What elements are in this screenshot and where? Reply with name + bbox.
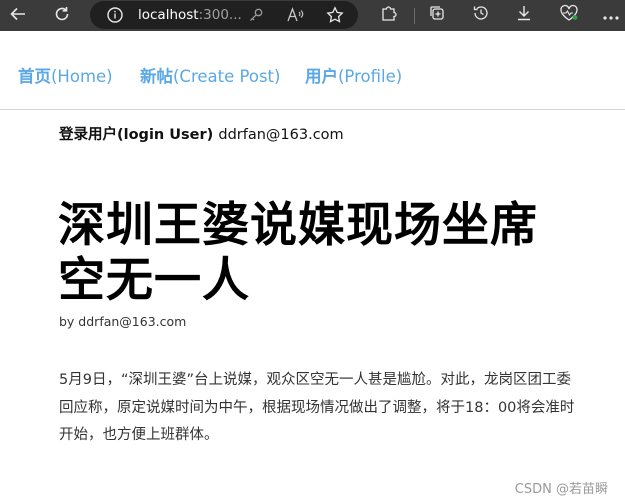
- refresh-button[interactable]: [50, 4, 74, 28]
- csdn-watermark: CSDN @若苗瞬: [514, 482, 608, 497]
- browser-toolbar: localhost:300...: [0, 0, 625, 31]
- info-icon[interactable]: [106, 6, 124, 24]
- history-button[interactable]: [470, 4, 492, 26]
- address-bar[interactable]: localhost:300...: [90, 1, 358, 29]
- more-menu-button[interactable]: [600, 4, 622, 26]
- history-icon: [472, 4, 490, 26]
- post-body: 5月9日，“深圳王婆”台上说媒，观众区空无一人甚是尴尬。对此，龙岗区团工委回应称…: [59, 372, 575, 443]
- refresh-icon: [53, 5, 71, 27]
- back-arrow-icon: [9, 5, 27, 27]
- extensions-button[interactable]: [378, 4, 400, 26]
- post-title: 深圳王婆说媒现场坐席空无一人: [58, 198, 538, 308]
- nav-create-post-link[interactable]: 新帖(Create Post): [140, 63, 280, 87]
- url-rest: :300...: [198, 7, 242, 23]
- login-user-email: ddrfan@163.com: [218, 127, 344, 143]
- downloads-button[interactable]: [513, 4, 535, 26]
- toolbar-divider: [414, 8, 415, 24]
- login-user-line: 登录用户(login User) ddrfan@163.com: [59, 123, 344, 144]
- nav-profile-label: 用户: [305, 67, 338, 86]
- download-icon: [515, 4, 533, 26]
- more-dots-icon: [602, 6, 620, 25]
- key-icon[interactable]: [247, 6, 265, 24]
- back-button[interactable]: [6, 4, 30, 28]
- puzzle-icon: [380, 4, 398, 26]
- heart-pulse-icon: [559, 4, 579, 26]
- nav-profile-link[interactable]: 用户(Profile): [305, 63, 402, 87]
- read-aloud-icon[interactable]: [286, 6, 304, 24]
- nav-create-en: (Create Post): [173, 67, 281, 86]
- collections-icon: [428, 4, 446, 26]
- collections-button[interactable]: [426, 4, 448, 26]
- nav-profile-en: (Profile): [338, 67, 403, 86]
- browser-essentials-button[interactable]: [558, 4, 580, 26]
- app-nav: 首页(Home) 新帖(Create Post) 用户(Profile): [0, 31, 625, 110]
- favorite-star-icon[interactable]: [326, 6, 344, 24]
- nav-home-label: 首页: [18, 67, 51, 86]
- nav-home-link[interactable]: 首页(Home): [18, 63, 113, 87]
- post-byline: by ddrfan@163.com: [59, 314, 187, 329]
- url-text[interactable]: localhost:300...: [138, 7, 242, 23]
- nav-home-en: (Home): [51, 67, 113, 86]
- login-user-label: 登录用户(login User): [59, 127, 214, 143]
- nav-create-label: 新帖: [140, 67, 173, 86]
- url-host: localhost: [138, 7, 199, 23]
